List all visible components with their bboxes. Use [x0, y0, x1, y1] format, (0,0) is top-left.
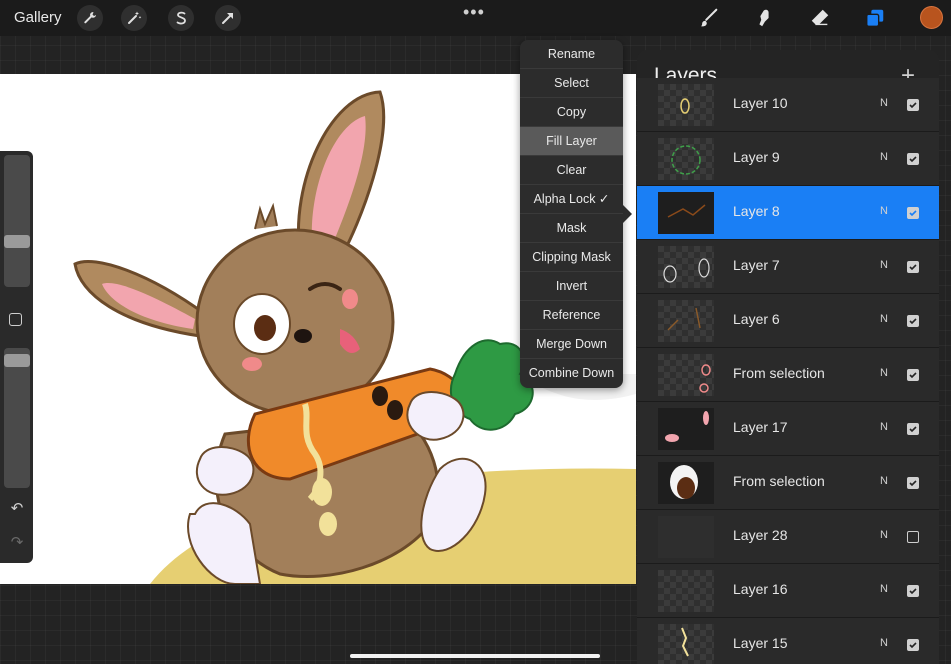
layer-name: Layer 6	[733, 311, 780, 327]
menu-clear[interactable]: Clear	[520, 156, 623, 185]
layer-name: Layer 28	[733, 527, 788, 543]
visibility-checkbox[interactable]	[907, 207, 919, 219]
blend-mode[interactable]: N	[880, 367, 888, 379]
layer-thumbnail	[658, 354, 714, 396]
menu-rename[interactable]: Rename	[520, 40, 623, 69]
menu-copy[interactable]: Copy	[520, 98, 623, 127]
layer-name: Layer 15	[733, 635, 788, 651]
visibility-checkbox[interactable]	[907, 99, 919, 111]
layer-thumbnail	[658, 516, 714, 558]
layer-thumbnail	[658, 408, 714, 450]
layer-row[interactable]: Layer 6 N	[637, 294, 939, 348]
layers-icon[interactable]	[862, 5, 888, 31]
layer-thumbnail	[658, 462, 714, 504]
layers-panel: Layers + Layer 10 N Layer 9 N Layer 8 N	[637, 50, 939, 664]
menu-mask[interactable]: Mask	[520, 214, 623, 243]
blend-mode[interactable]: N	[880, 637, 888, 649]
modify-button[interactable]	[9, 313, 22, 326]
blend-mode[interactable]: N	[880, 151, 888, 163]
home-indicator[interactable]	[350, 654, 600, 658]
layer-name: From selection	[733, 473, 825, 489]
left-sidebar: ↶ ↷	[0, 151, 33, 563]
visibility-checkbox[interactable]	[907, 153, 919, 165]
blend-mode[interactable]: N	[880, 259, 888, 271]
layer-thumbnail	[658, 84, 714, 126]
color-picker-swatch[interactable]	[920, 6, 943, 29]
visibility-checkbox[interactable]	[907, 477, 919, 489]
blend-mode[interactable]: N	[880, 475, 888, 487]
layer-thumbnail	[658, 246, 714, 288]
menu-select[interactable]: Select	[520, 69, 623, 98]
visibility-checkbox[interactable]	[907, 315, 919, 327]
brush-size-slider[interactable]	[4, 155, 30, 287]
brush-size-thumb[interactable]	[4, 235, 30, 248]
blend-mode[interactable]: N	[880, 529, 888, 541]
brush-icon[interactable]	[696, 5, 722, 31]
layer-thumbnail	[658, 624, 714, 664]
layer-thumbnail	[658, 192, 714, 234]
layer-row[interactable]: From selection N	[637, 348, 939, 402]
layer-thumbnail	[658, 570, 714, 612]
more-options-icon[interactable]: •••	[463, 2, 485, 23]
blend-mode[interactable]: N	[880, 421, 888, 433]
layer-row[interactable]: Layer 16 N	[637, 564, 939, 618]
layer-name: Layer 10	[733, 95, 788, 111]
menu-alpha-lock[interactable]: Alpha Lock ✓	[520, 185, 623, 214]
eraser-icon[interactable]	[807, 5, 833, 31]
menu-reference[interactable]: Reference	[520, 301, 623, 330]
menu-fill-layer[interactable]: Fill Layer	[520, 127, 623, 156]
transform-arrow-icon[interactable]	[215, 5, 241, 31]
layer-row[interactable]: Layer 9 N	[637, 132, 939, 186]
menu-pointer	[623, 205, 632, 223]
layer-row[interactable]: Layer 7 N	[637, 240, 939, 294]
visibility-checkbox[interactable]	[907, 369, 919, 381]
layer-row[interactable]: Layer 10 N	[637, 78, 939, 132]
blend-mode[interactable]: N	[880, 313, 888, 325]
layer-row-active[interactable]: Layer 8 N	[637, 186, 939, 240]
layer-thumbnail	[658, 300, 714, 342]
opacity-slider[interactable]	[4, 348, 30, 488]
blend-mode[interactable]: N	[880, 583, 888, 595]
visibility-checkbox[interactable]	[907, 639, 919, 651]
layer-row[interactable]: Layer 17 N	[637, 402, 939, 456]
selection-s-icon[interactable]	[168, 5, 194, 31]
menu-clipping-mask[interactable]: Clipping Mask	[520, 243, 623, 272]
visibility-checkbox[interactable]	[907, 423, 919, 435]
menu-invert[interactable]: Invert	[520, 272, 623, 301]
magic-wand-icon[interactable]	[121, 5, 147, 31]
layer-name: Layer 8	[733, 203, 780, 219]
layer-thumbnail	[658, 138, 714, 180]
layer-name: Layer 17	[733, 419, 788, 435]
layer-row[interactable]: From selection N	[637, 456, 939, 510]
blend-mode[interactable]: N	[880, 205, 888, 217]
opacity-thumb[interactable]	[4, 354, 30, 367]
menu-combine-down[interactable]: Combine Down	[520, 359, 623, 388]
layer-options-menu: Rename Select Copy Fill Layer Clear Alph…	[520, 40, 623, 388]
top-toolbar: Gallery •••	[0, 0, 951, 36]
layer-row[interactable]: Layer 28 N	[637, 510, 939, 564]
layer-name: Layer 7	[733, 257, 780, 273]
layer-row[interactable]: Layer 15 N	[637, 618, 939, 664]
smudge-icon[interactable]	[751, 5, 777, 31]
menu-merge-down[interactable]: Merge Down	[520, 330, 623, 359]
redo-icon[interactable]: ↷	[8, 534, 26, 552]
layer-name: Layer 16	[733, 581, 788, 597]
undo-icon[interactable]: ↶	[8, 500, 26, 518]
layer-name: Layer 9	[733, 149, 780, 165]
blend-mode[interactable]: N	[880, 97, 888, 109]
visibility-checkbox[interactable]	[907, 585, 919, 597]
layer-name: From selection	[733, 365, 825, 381]
gallery-button[interactable]: Gallery	[14, 9, 62, 26]
visibility-checkbox[interactable]	[907, 261, 919, 273]
visibility-checkbox[interactable]	[907, 531, 919, 543]
wrench-icon[interactable]	[77, 5, 103, 31]
